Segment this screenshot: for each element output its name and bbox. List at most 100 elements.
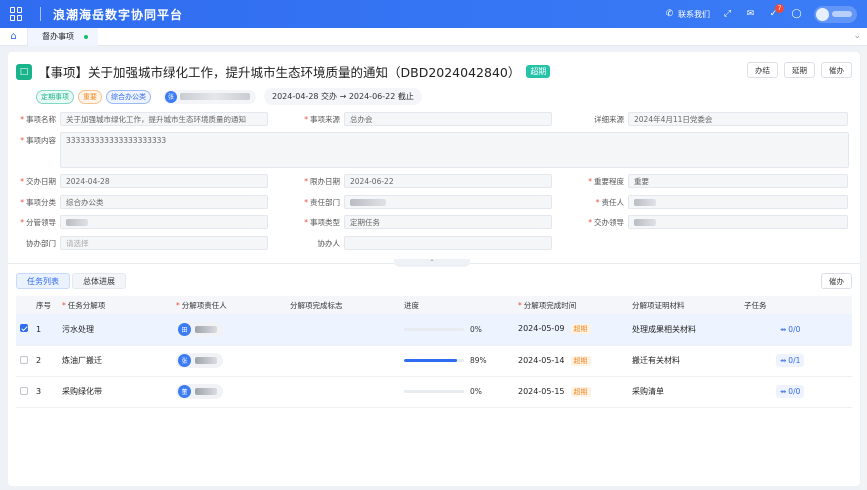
assign-date-input[interactable]: 2024-04-28	[60, 174, 268, 188]
row-checkbox[interactable]	[20, 386, 28, 395]
completion-flag	[286, 314, 400, 346]
item-type-icon: □	[16, 63, 32, 80]
type-input[interactable]: 定期任务	[344, 215, 552, 229]
completion-flag	[286, 376, 400, 408]
lightbulb-icon[interactable]: ◯	[791, 9, 802, 20]
tab-supervision-items[interactable]: 督办事项	[28, 27, 98, 46]
item-name-label: 事项名称	[26, 114, 56, 124]
responsible-label: 责任人	[601, 197, 625, 207]
category-input[interactable]: 综合办公类	[60, 195, 268, 209]
assist-dept-label: 协办部门	[26, 238, 56, 248]
complete-button[interactable]: 办结	[747, 62, 778, 78]
divider	[40, 7, 41, 21]
mail-icon[interactable]: ✉	[745, 9, 756, 20]
col-task: * 任务分解项	[58, 296, 172, 314]
dept-input[interactable]	[344, 195, 552, 209]
vertical-scrollbar[interactable]	[861, 46, 867, 490]
dept-field: * 责任部门	[292, 195, 552, 209]
detail-source-field: 详细来源 2024年4月11日党委会	[576, 112, 848, 126]
deadline-label: 限办日期	[310, 176, 340, 186]
due-date: 2024-05-14	[518, 355, 565, 365]
tab-overall-progress[interactable]: 总体进展	[72, 273, 126, 289]
content-textarea[interactable]: 333333333333333333333	[60, 132, 849, 168]
col-progress: 进度	[400, 296, 514, 314]
detail-source-input[interactable]: 2024年4月11日党委会	[628, 112, 848, 126]
source-input[interactable]: 总办会	[344, 112, 552, 126]
avatar: 张	[165, 90, 177, 103]
branch-icon: ⇴	[780, 324, 787, 334]
progress: 0%	[404, 325, 514, 334]
app-grid-icon[interactable]	[10, 7, 24, 21]
task-name: 污水处理	[58, 314, 172, 346]
tag-important: 重要	[78, 89, 102, 104]
user-menu[interactable]	[814, 5, 857, 23]
task-urge-button[interactable]: 催办	[821, 273, 852, 289]
branch-icon: ⇴	[780, 356, 787, 365]
assign-leader-label: 交办领导	[594, 217, 624, 227]
assign-leader-input[interactable]	[628, 215, 848, 229]
progress-bar	[404, 390, 464, 393]
collapse-handle-chevron-up-icon[interactable]: ⌃	[394, 259, 470, 267]
row-checkbox[interactable]	[20, 355, 28, 364]
assistant-label: 协办人	[317, 238, 341, 248]
branch-icon: ⇴	[780, 387, 787, 396]
owner-chip: 田	[176, 321, 223, 337]
source-label: 事项来源	[310, 114, 340, 124]
home-icon[interactable]: ⌂	[0, 27, 28, 46]
subtask-button[interactable]: ⇴ 0/0	[776, 385, 805, 398]
item-name-input[interactable]: 关于加强城市绿化工作，提升城市生态环境质量的通知	[60, 112, 268, 126]
user-name-redacted	[832, 11, 852, 17]
owner-chip: 张	[176, 353, 223, 368]
leader-input[interactable]	[60, 215, 268, 229]
table-row[interactable]: 1 污水处理 田 0% 2024-05-09 超期 处理成果相关材料 ⇴ 0/0	[16, 314, 852, 346]
owner-name-redacted	[195, 357, 217, 364]
col-material: 分解项证明材料	[628, 296, 740, 314]
active-dot-icon	[84, 34, 88, 39]
todo-check-icon[interactable]: ✓ 7	[768, 3, 784, 20]
header-checkbox-col	[16, 296, 32, 314]
assistant-input[interactable]	[344, 236, 552, 250]
assist-dept-select[interactable]: 请选择	[60, 236, 268, 250]
app-title: 浪潮海岳数字协同平台	[53, 7, 184, 22]
tag-category: 综合办公类	[106, 89, 151, 104]
progress-fill	[404, 359, 458, 362]
chevron-double-down-icon[interactable]: ⌄	[853, 31, 861, 41]
owner-name-redacted	[180, 93, 250, 100]
detail-source-label: 详细来源	[594, 114, 624, 124]
avatar	[816, 7, 829, 21]
avatar: 张	[178, 354, 191, 367]
progress-text: 0%	[470, 387, 482, 396]
item-name-field: * 事项名称 关于加强城市绿化工作，提升城市生态环境质量的通知	[8, 112, 268, 126]
assistant-field: 协办人	[292, 236, 552, 250]
top-right-toolbar: ✆ 联系我们 ⤢ ✉ ✓ 7 ◯	[664, 0, 857, 28]
owner-name-redacted	[195, 325, 217, 333]
deadline-input[interactable]: 2024-06-22	[344, 174, 552, 188]
subtask-button[interactable]: ⇴ 0/0	[776, 322, 805, 336]
due-date: 2024-05-09	[518, 324, 565, 334]
table-row[interactable]: 2 炼油厂搬迁 张 89% 2024-05-14 超期 搬迁有关材料 ⇴ 0/1	[16, 345, 852, 377]
dept-label: 责任部门	[310, 197, 340, 207]
detail-card: □ 【事项】关于加强城市绿化工作，提升城市生态环境质量的通知（DBD202404…	[8, 52, 860, 486]
assist-dept-field: 协办部门 请选择	[8, 236, 268, 250]
progress-text: 0%	[470, 324, 482, 334]
subtask-button[interactable]: ⇴ 0/1	[776, 354, 805, 367]
importance-input[interactable]: 重要	[628, 174, 848, 188]
responsible-input[interactable]	[628, 195, 848, 209]
owner-chip: 董	[176, 384, 223, 399]
urge-button[interactable]: 催办	[821, 62, 852, 78]
notification-badge: 7	[775, 3, 784, 13]
completion-flag	[286, 345, 400, 377]
table-row[interactable]: 3 采购绿化带 董 0% 2024-05-15 超期 采购清单 ⇴ 0/0	[16, 376, 852, 408]
row-checkbox[interactable]	[20, 324, 28, 333]
contact-us-link[interactable]: ✆ 联系我们	[664, 9, 710, 20]
avatar: 田	[178, 322, 191, 336]
redacted-value	[634, 218, 656, 226]
row-index: 1	[32, 314, 58, 346]
date-range: 2024-04-28 交办 → 2024-06-22 截止	[264, 88, 422, 105]
tag-periodic: 定期事项	[36, 89, 74, 104]
redacted-value	[350, 198, 386, 206]
extend-button[interactable]: 延期	[784, 62, 815, 78]
material: 采购清单	[628, 376, 740, 408]
fullscreen-icon[interactable]: ⤢	[722, 9, 733, 20]
tab-task-list[interactable]: 任务列表	[16, 273, 70, 289]
